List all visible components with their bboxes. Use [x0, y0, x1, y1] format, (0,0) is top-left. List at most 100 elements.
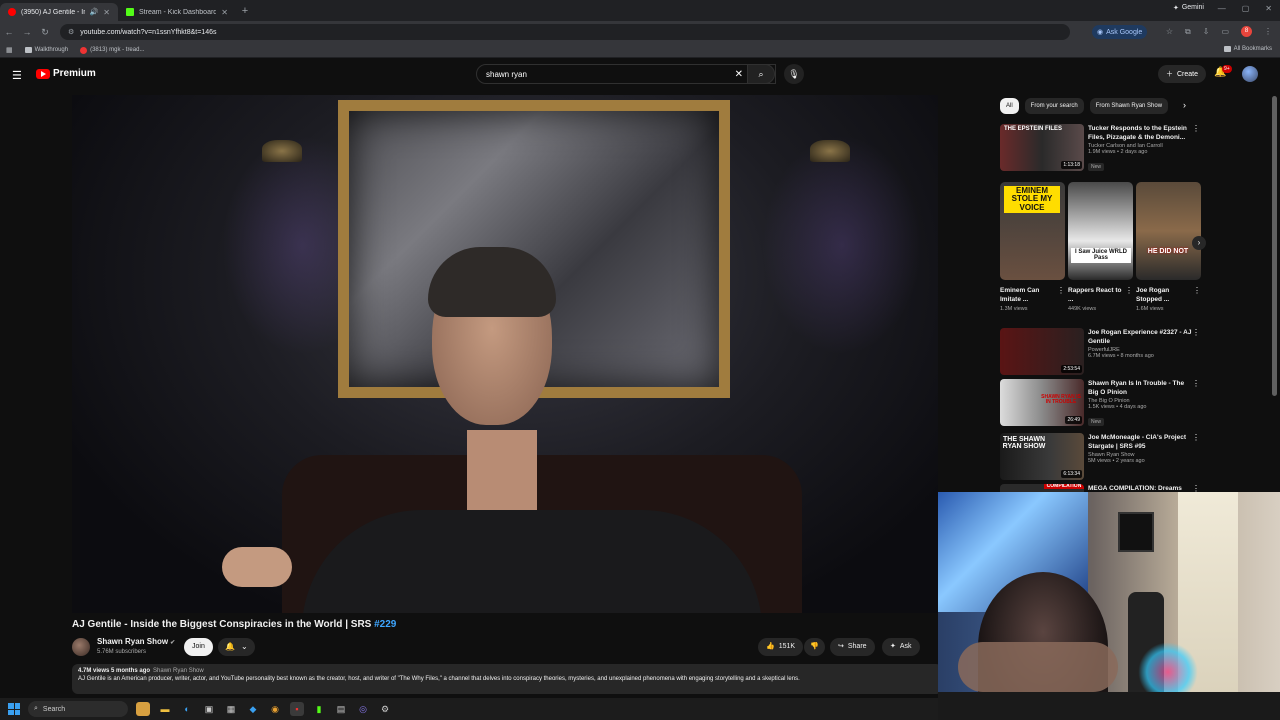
recommended-video[interactable]: 2:53:54 Joe Rogan Experience #2327 - AJ …	[1000, 328, 1200, 376]
microphone-icon[interactable]: 🎙	[784, 64, 804, 84]
clear-search-icon[interactable]: ✕	[735, 69, 743, 80]
widgets-icon[interactable]	[136, 702, 150, 716]
short-item[interactable]: EMINEM STOLE MY VOICE Eminem Can Imitate…	[1000, 182, 1065, 312]
video-thumbnail[interactable]: THE SHAWN RYAN SHOW 6:13:34	[1000, 433, 1084, 480]
edge-icon[interactable]: ◐	[180, 702, 194, 716]
video-title[interactable]: Shawn Ryan Is In Trouble - The Big O Pin…	[1088, 379, 1194, 397]
more-options-icon[interactable]: ⋮	[1192, 484, 1200, 492]
share-button[interactable]: ↪ Share	[830, 638, 875, 656]
ask-google-button[interactable]: ◉ Ask Google	[1092, 25, 1148, 39]
forward-icon[interactable]: →	[18, 27, 36, 37]
recommended-video[interactable]: SHAWN RYAN IS IN TROUBLE 26:49 Shawn Rya…	[1000, 379, 1200, 427]
create-button[interactable]: ＋ Create	[1158, 65, 1207, 83]
video-thumbnail[interactable]: THE EPSTEIN FILES 1:13:18	[1000, 124, 1084, 171]
ask-button[interactable]: ✦ Ask	[882, 638, 920, 656]
back-icon[interactable]: ←	[0, 27, 18, 37]
short-item[interactable]: HE DID NOT Joe Rogan Stopped ... 1.6M vi…	[1136, 182, 1201, 312]
dislike-button[interactable]: 👎	[804, 638, 825, 656]
short-title[interactable]: Eminem Can Imitate ...	[1000, 286, 1055, 304]
short-thumbnail[interactable]: HE DID NOT	[1136, 182, 1201, 280]
account-avatar[interactable]	[1242, 66, 1258, 82]
game-icon[interactable]: ▤	[334, 702, 348, 716]
short-title[interactable]: Joe Rogan Stopped ...	[1136, 286, 1191, 304]
more-options-icon[interactable]: ⋮	[1193, 286, 1201, 295]
bookmark-walkthrough[interactable]: Walkthrough	[24, 47, 68, 53]
apps-grid-icon[interactable]: ▦	[6, 46, 13, 54]
tab-youtube[interactable]: (3950) AJ Gentile - Inside th 🔊 ✕	[0, 3, 118, 21]
short-item[interactable]: I Saw Juice WRLD Pass Rappers React to .…	[1068, 182, 1133, 312]
reload-icon[interactable]: ↻	[36, 27, 54, 38]
chrome-icon[interactable]: ◉	[268, 702, 282, 716]
like-button[interactable]: 👍 151K	[758, 638, 804, 656]
more-options-icon[interactable]: ⋮	[1125, 286, 1133, 295]
subscribed-button[interactable]: 🔔 ⌄	[218, 638, 255, 656]
chevron-right-icon[interactable]: ›	[1192, 236, 1206, 250]
channel-name[interactable]: Shawn Ryan Show ✔	[97, 637, 175, 646]
video-thumbnail[interactable]: COMPILATION	[1000, 484, 1084, 492]
recommended-video[interactable]: THE SHAWN RYAN SHOW 6:13:34 Joe McMoneag…	[1000, 433, 1200, 481]
new-tab-button[interactable]: +	[236, 5, 254, 17]
video-title[interactable]: Joe Rogan Experience #2327 - AJ Gentile	[1088, 328, 1194, 346]
video-title[interactable]: MEGA COMPILATION: Dreams	[1088, 484, 1194, 492]
chip-from-channel[interactable]: From Shawn Ryan Show	[1089, 98, 1169, 114]
tab-kick[interactable]: Stream - Kick Dashboard ✕	[118, 3, 236, 21]
store-icon[interactable]: ▣	[202, 702, 216, 716]
youtube-logo[interactable]: Premium	[36, 68, 96, 79]
video-hashtag[interactable]: #229	[374, 619, 396, 630]
close-window-icon[interactable]: ✕	[1265, 4, 1272, 13]
short-thumbnail[interactable]: EMINEM STOLE MY VOICE	[1000, 182, 1065, 280]
taskbar-search[interactable]: ⌕ Search	[28, 701, 128, 717]
recommended-video[interactable]: THE EPSTEIN FILES 1:13:18 Tucker Respond…	[1000, 124, 1200, 172]
description-channel-tag[interactable]: Shawn Ryan Show	[153, 668, 204, 674]
channel-avatar[interactable]	[72, 638, 90, 656]
downloads-icon[interactable]: ⇩	[1203, 27, 1210, 36]
extensions-icon[interactable]: ⧉	[1185, 27, 1191, 37]
more-options-icon[interactable]: ⋮	[1192, 379, 1200, 388]
menu-kebab-icon[interactable]: ⋮	[1264, 27, 1272, 36]
minimize-icon[interactable]: —	[1218, 4, 1226, 13]
chip-all[interactable]: All	[1000, 98, 1019, 114]
windows-start-icon[interactable]	[8, 703, 20, 715]
video-description[interactable]: 4.7M views 5 months ago Shawn Ryan Show A…	[72, 664, 942, 694]
maximize-icon[interactable]: ▢	[1242, 4, 1250, 13]
bookmark-mgk[interactable]: (3813) mgk - tread...	[80, 46, 144, 54]
more-options-icon[interactable]: ⋮	[1192, 124, 1200, 133]
join-button[interactable]: Join	[184, 638, 213, 656]
recommended-video[interactable]: COMPILATION MEGA COMPILATION: Dreams ⋮	[1000, 484, 1200, 492]
site-info-icon[interactable]: ⚙	[68, 28, 74, 36]
new-badge: New	[1088, 163, 1105, 171]
all-bookmarks[interactable]: All Bookmarks	[1223, 46, 1272, 52]
more-options-icon[interactable]: ⋮	[1192, 328, 1200, 337]
close-tab-icon[interactable]: ✕	[221, 8, 228, 17]
video-title[interactable]: Joe McMoneagle - CIA's Project Stargate …	[1088, 433, 1194, 451]
search-input[interactable]: shawn ryan ✕ ⌕	[476, 64, 776, 84]
profile-avatar[interactable]: 8	[1241, 26, 1252, 37]
vscode-icon[interactable]: ◆	[246, 702, 260, 716]
chevron-right-icon[interactable]: ›	[1183, 100, 1186, 110]
url-field[interactable]: ⚙ youtube.com/watch?v=n1ssnYfhkt8&t=146s	[60, 24, 1070, 40]
calculator-icon[interactable]: ▦	[224, 702, 238, 716]
video-player[interactable]	[72, 95, 938, 613]
file-explorer-icon[interactable]: ▬	[158, 702, 172, 716]
kick-icon[interactable]: ▮	[312, 702, 326, 716]
sidebar-icon[interactable]: ▭	[1221, 27, 1229, 36]
search-icon[interactable]: ⌕	[747, 64, 775, 84]
video-thumbnail[interactable]: SHAWN RYAN IS IN TROUBLE 26:49	[1000, 379, 1084, 426]
obs-icon[interactable]: ▪	[290, 702, 304, 716]
more-options-icon[interactable]: ⋮	[1057, 286, 1065, 295]
discord-icon[interactable]: ◎	[356, 702, 370, 716]
page-scrollbar[interactable]	[1272, 96, 1277, 396]
settings-gear-icon[interactable]: ⚙	[378, 702, 392, 716]
bookmark-star-icon[interactable]: ☆	[1166, 27, 1173, 36]
gemini-button[interactable]: ✦ Gemini	[1173, 4, 1204, 12]
short-title[interactable]: Rappers React to ...	[1068, 286, 1123, 304]
close-tab-icon[interactable]: ✕	[103, 8, 110, 17]
hamburger-menu-icon[interactable]: ☰	[12, 69, 22, 82]
search-query: shawn ryan	[486, 69, 527, 79]
short-thumbnail[interactable]: I Saw Juice WRLD Pass	[1068, 182, 1133, 280]
chip-from-your-search[interactable]: From your search	[1024, 98, 1084, 114]
audio-icon[interactable]: 🔊	[90, 8, 99, 16]
video-thumbnail[interactable]: 2:53:54	[1000, 328, 1084, 375]
video-title[interactable]: Tucker Responds to the Epstein Files, Pi…	[1088, 124, 1194, 142]
more-options-icon[interactable]: ⋮	[1192, 433, 1200, 442]
